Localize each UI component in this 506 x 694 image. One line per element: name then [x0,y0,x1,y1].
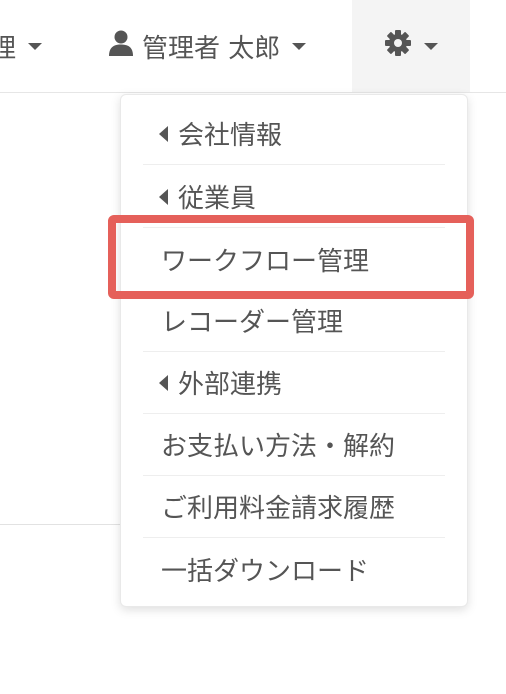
menu-item-payment-method[interactable]: お支払い方法・解約 [143,414,445,476]
caret-left-icon [159,188,168,205]
chevron-down-icon [28,42,43,50]
nav-item-management-label: 理 [0,33,17,64]
menu-item-employees[interactable]: 従業員 [143,166,445,228]
settings-menu-toggle[interactable] [352,0,470,92]
user-menu-toggle[interactable]: 管理者 太郎 [108,0,307,92]
menu-item-label: 一括ダウンロード [161,556,370,587]
menu-item-label: 従業員 [178,184,257,214]
gear-icon [384,29,412,64]
settings-dropdown-menu: 会社情報 従業員 ワークフロー管理 レコーダー管理 外部連携 お支払い方法・解約… [120,94,468,607]
menu-item-billing-history[interactable]: ご利用料金請求履歴 [143,476,445,538]
menu-item-label: ワークフロー管理 [161,246,370,277]
chevron-down-icon [424,42,438,50]
menu-item-external-integration[interactable]: 外部連携 [143,352,445,414]
content-divider [0,524,120,525]
menu-item-label: レコーダー管理 [161,308,344,338]
menu-item-label: 会社情報 [178,121,283,151]
menu-item-label: お支払い方法・解約 [161,432,396,462]
menu-item-label: 外部連携 [178,370,283,400]
menu-item-bulk-download[interactable]: 一括ダウンロード [143,538,445,600]
caret-left-icon [159,374,168,391]
menu-item-workflow-management[interactable]: ワークフロー管理 [143,228,445,290]
top-navbar: 理 管理者 太郎 [0,0,506,93]
menu-item-company-info[interactable]: 会社情報 [143,103,445,165]
user-icon [108,29,134,64]
nav-item-management[interactable]: 理 [0,0,43,92]
user-name: 管理者 太郎 [142,33,281,64]
caret-left-icon [159,125,168,142]
chevron-down-icon [292,42,307,50]
menu-item-label: ご利用料金請求履歴 [161,494,396,524]
menu-item-recorder-management[interactable]: レコーダー管理 [143,290,445,352]
